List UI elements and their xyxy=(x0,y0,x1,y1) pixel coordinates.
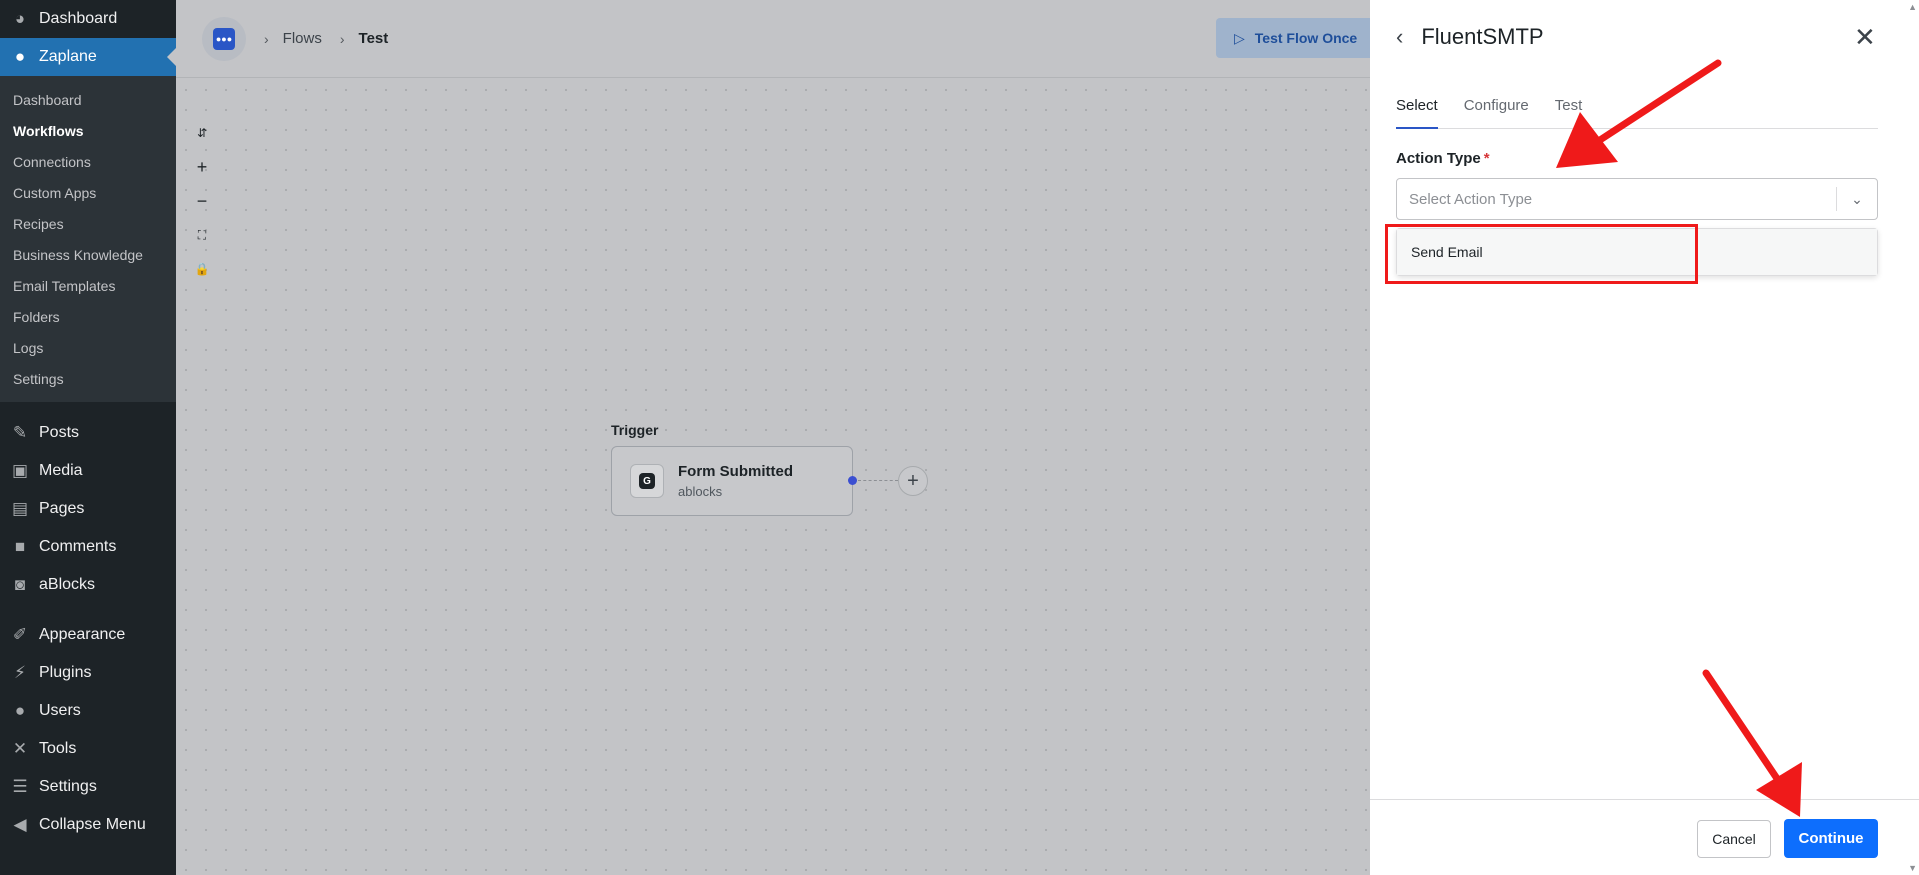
zoom-out-icon[interactable]: − xyxy=(192,184,212,218)
sidebar-item-label: Settings xyxy=(39,778,97,795)
submenu-workflows[interactable]: Workflows xyxy=(0,115,176,146)
continue-button[interactable]: Continue xyxy=(1784,819,1878,858)
close-icon[interactable]: ✕ xyxy=(1854,24,1876,50)
sidebar-item-label: Posts xyxy=(39,424,80,441)
canvas-toolbar: ⇵ + − ⛶ 🔒 xyxy=(192,116,212,286)
sidebar-item-dashboard[interactable]: ◕ Dashboard xyxy=(0,0,176,38)
chevron-down-icon[interactable]: ⌄ xyxy=(1837,191,1877,208)
action-side-panel: ‹ FluentSMTP ✕ Select Configure Test Act… xyxy=(1370,0,1919,875)
chevron-right-icon: › xyxy=(339,30,345,47)
add-step-button[interactable]: + xyxy=(898,466,928,496)
sidebar-item-tools[interactable]: ✕ Tools xyxy=(0,730,176,768)
sidebar-item-ablocks[interactable]: ◙ aBlocks xyxy=(0,566,176,604)
chevron-right-icon: › xyxy=(264,30,269,47)
sidebar-item-plugins[interactable]: ⚡ Plugins xyxy=(0,654,176,692)
media-icon: ▣ xyxy=(11,461,29,480)
submenu-business-knowledge[interactable]: Business Knowledge xyxy=(0,239,176,270)
test-flow-once-button[interactable]: ▷ Test Flow Once xyxy=(1216,18,1381,58)
fit-view-icon[interactable]: ⛶ xyxy=(192,218,212,252)
user-icon: ● xyxy=(14,701,26,720)
scroll-up-icon[interactable]: ▲ xyxy=(1908,2,1917,12)
trigger-node[interactable]: G Form Submitted ablocks xyxy=(611,446,853,516)
submenu-email-templates[interactable]: Email Templates xyxy=(0,270,176,301)
submenu-logs[interactable]: Logs xyxy=(0,332,176,363)
sidebar-item-label: Users xyxy=(39,702,81,719)
action-type-select[interactable]: ⌄ xyxy=(1396,178,1878,220)
required-mark: * xyxy=(1483,150,1490,167)
submenu-dashboard[interactable]: Dashboard xyxy=(0,84,176,115)
sidebar-item-label: aBlocks xyxy=(39,576,96,593)
action-type-input[interactable] xyxy=(1397,179,1836,219)
sort-icon[interactable]: ⇵ xyxy=(192,116,212,150)
collapse-icon: ◀ xyxy=(13,815,27,834)
sidebar-item-media[interactable]: ▣ Media xyxy=(0,452,176,490)
node-output-handle[interactable] xyxy=(848,476,857,485)
sidebar-item-label: Dashboard xyxy=(39,10,118,27)
submenu-folders[interactable]: Folders xyxy=(0,301,176,332)
zaplane-logo-icon: ● xyxy=(14,47,26,66)
sidebar-item-posts[interactable]: ✎ Posts xyxy=(0,414,176,452)
cancel-button[interactable]: Cancel xyxy=(1697,820,1771,858)
wp-admin-sidebar: ◕ Dashboard ● Zaplane Dashboard Workflow… xyxy=(0,0,176,875)
lock-icon[interactable]: 🔒 xyxy=(192,252,212,286)
ablocks-icon: ◙ xyxy=(14,575,26,594)
sidebar-item-label: Zaplane xyxy=(39,48,97,65)
submenu-custom-apps[interactable]: Custom Apps xyxy=(0,177,176,208)
sidebar-item-label: Appearance xyxy=(39,626,126,643)
wrench-icon: ✕ xyxy=(12,739,28,758)
panel-footer: Cancel Continue xyxy=(1370,799,1919,875)
scroll-down-icon[interactable]: ▼ xyxy=(1908,863,1917,873)
breadcrumb-flows[interactable]: Flows xyxy=(283,30,322,47)
submenu-settings[interactable]: Settings xyxy=(0,363,176,394)
sidebar-item-comments[interactable]: ■ Comments xyxy=(0,528,176,566)
sidebar-item-label: Media xyxy=(39,462,83,479)
zaplane-logo-icon: ●●● xyxy=(213,27,235,50)
flow-topbar: ●●● › Flows › Test ▷ Test Flow Once xyxy=(176,0,1381,78)
sidebar-item-pages[interactable]: ▤ Pages xyxy=(0,490,176,528)
sidebar-item-zaplane[interactable]: ● Zaplane xyxy=(0,38,176,76)
sidebar-item-users[interactable]: ● Users xyxy=(0,692,176,730)
action-type-label-text: Action Type xyxy=(1396,150,1481,167)
pin-icon: ✎ xyxy=(12,423,28,442)
breadcrumb-current: Test xyxy=(358,30,389,47)
play-icon: ▷ xyxy=(1234,29,1245,46)
sidebar-item-label: Comments xyxy=(39,538,117,555)
zoom-in-icon[interactable]: + xyxy=(192,150,212,184)
sidebar-item-label: Tools xyxy=(39,740,77,757)
app-logo[interactable]: ●●● xyxy=(202,16,246,61)
pages-icon: ▤ xyxy=(11,499,29,518)
test-flow-label: Test Flow Once xyxy=(1254,30,1358,46)
dashboard-icon: ◕ xyxy=(14,9,26,28)
action-type-label: Action Type * xyxy=(1396,150,1490,167)
tab-configure[interactable]: Configure xyxy=(1464,94,1529,129)
submenu-connections[interactable]: Connections xyxy=(0,146,176,177)
annotation-highlight-box xyxy=(1385,224,1698,284)
panel-tabs: Select Configure Test xyxy=(1396,94,1878,129)
trigger-label: Trigger xyxy=(611,422,659,438)
sidebar-item-settings[interactable]: ☰ Settings xyxy=(0,768,176,806)
sidebar-item-collapse-menu[interactable]: ◀ Collapse Menu xyxy=(0,806,176,844)
ablocks-icon: G xyxy=(630,464,664,498)
zaplane-submenu: Dashboard Workflows Connections Custom A… xyxy=(0,76,176,402)
brush-icon: ✐ xyxy=(12,625,28,644)
node-title: Form Submitted xyxy=(678,463,793,480)
sidebar-item-label: Pages xyxy=(39,500,85,517)
tab-select[interactable]: Select xyxy=(1396,94,1438,129)
sliders-icon: ☰ xyxy=(12,777,28,796)
node-subtitle: ablocks xyxy=(678,484,723,499)
sidebar-item-appearance[interactable]: ✐ Appearance xyxy=(0,616,176,654)
comment-icon: ■ xyxy=(14,537,26,556)
tab-test[interactable]: Test xyxy=(1555,94,1583,129)
sidebar-item-label: Plugins xyxy=(39,664,92,681)
panel-title: FluentSMTP xyxy=(1421,24,1544,49)
plus-icon: + xyxy=(907,469,919,492)
flow-canvas[interactable]: ●●● › Flows › Test ▷ Test Flow Once ⇵ + … xyxy=(176,0,1381,875)
plug-icon: ⚡ xyxy=(14,663,26,682)
node-connector xyxy=(858,480,898,481)
submenu-recipes[interactable]: Recipes xyxy=(0,208,176,239)
sidebar-item-label: Collapse Menu xyxy=(39,816,146,833)
chevron-left-icon[interactable]: ‹ xyxy=(1396,24,1403,50)
